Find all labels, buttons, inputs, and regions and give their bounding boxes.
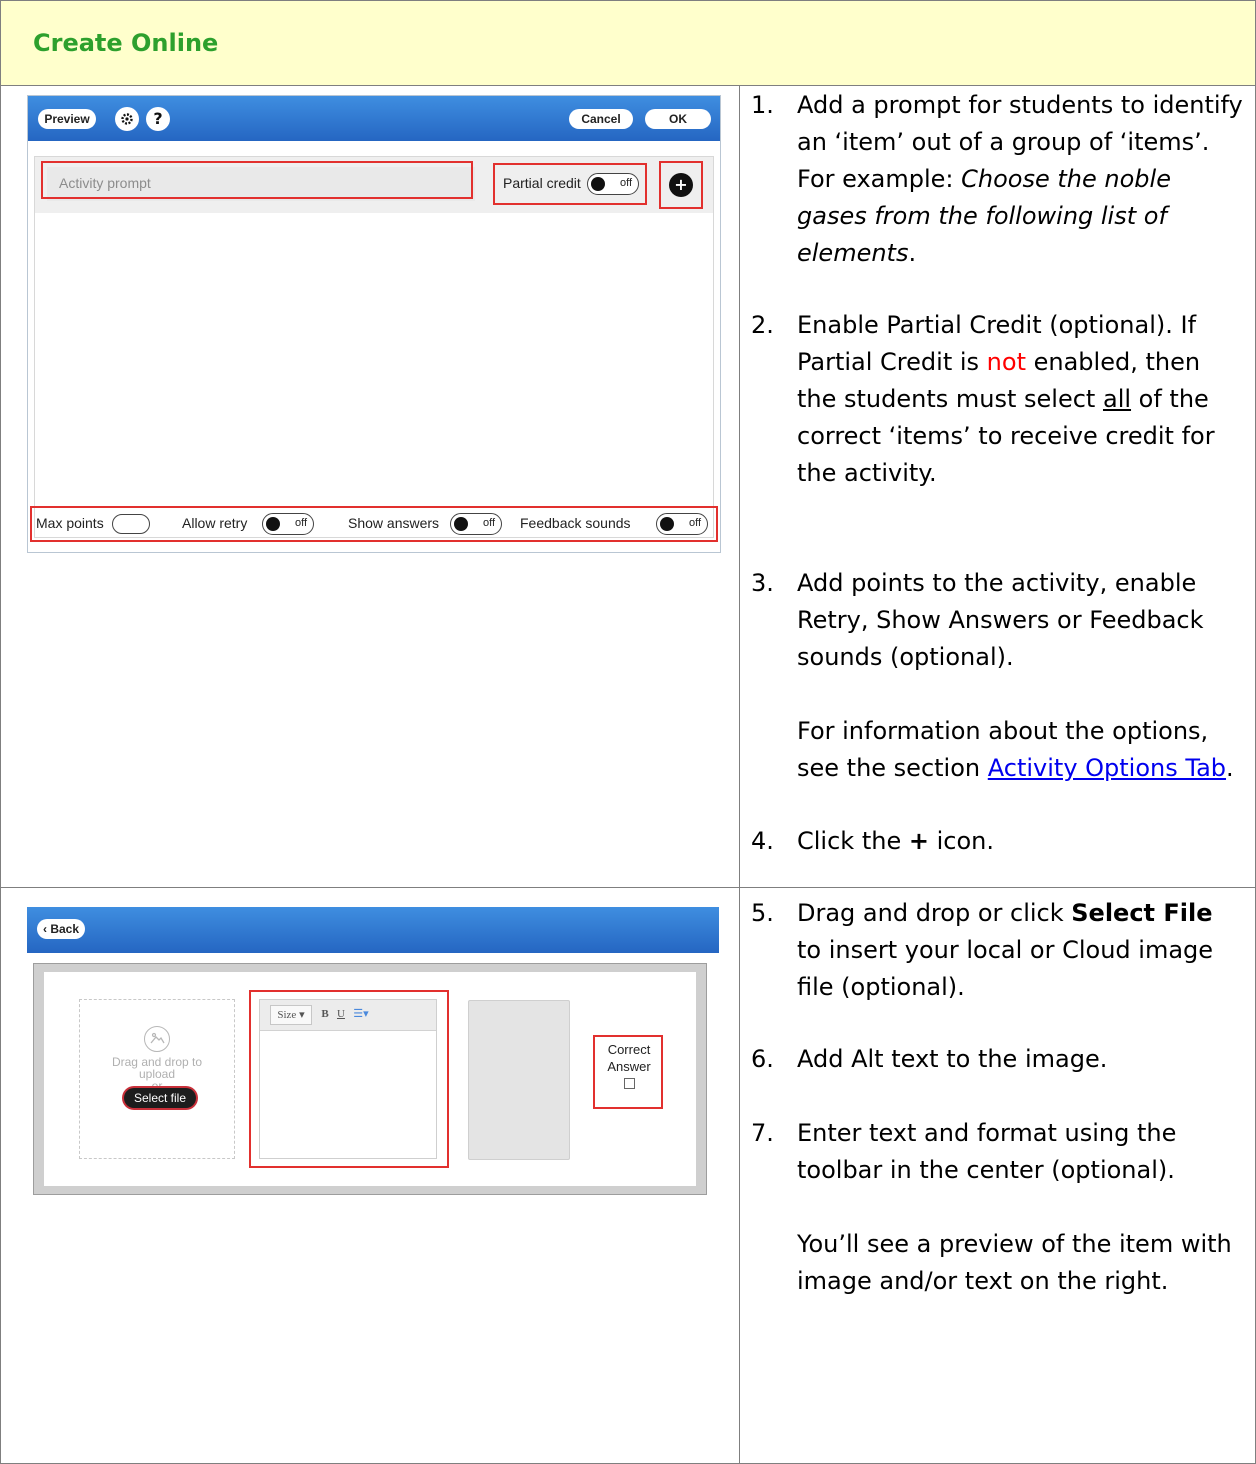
step-text: Add points to the activity, enable Retry… (797, 565, 1243, 787)
step-text: Add Alt text to the image. (797, 1045, 1108, 1073)
step-text-part: Enter text and format using the toolbar … (797, 1119, 1177, 1184)
select-file-button[interactable]: Select file (124, 1088, 196, 1108)
step-text: Drag and drop or click Select File to in… (797, 895, 1243, 1006)
step-text-part: Add points to the activity, enable Retry… (797, 569, 1204, 671)
activity-options-link[interactable]: Activity Options Tab (988, 754, 1226, 782)
help-icon[interactable]: ? (146, 107, 170, 131)
step-text-part: icon. (936, 827, 994, 855)
step-text: Add a prompt for students to identify an… (797, 87, 1243, 272)
back-button[interactable]: ‹ Back (37, 919, 85, 939)
step-note: You’ll see a preview of the item with im… (797, 1230, 1232, 1295)
select-file-emphasis: Select File (1071, 899, 1213, 927)
step-text: Enable Partial Credit (optional). If Par… (797, 307, 1243, 492)
ok-button[interactable]: OK (645, 109, 711, 129)
step-note: For information about the options, see t… (797, 713, 1243, 787)
divider (1, 85, 1255, 86)
step-number: 1. (751, 91, 774, 119)
back-label: Back (50, 922, 80, 936)
preview-button[interactable]: Preview (38, 109, 96, 129)
step-text-part: Click the (797, 827, 902, 855)
item-editor-screenshot: ‹ Back Drag and drop to upload or Select… (27, 907, 719, 1237)
emphasis-all: all (1102, 385, 1132, 413)
image-icon (144, 1026, 170, 1052)
step-number: 6. (751, 1045, 774, 1073)
highlight-box (493, 163, 647, 205)
chevron-left-icon: ‹ (42, 922, 47, 936)
highlight-box (593, 1035, 663, 1109)
gear-icon[interactable] (115, 107, 139, 131)
page-title: Create Online (33, 29, 219, 57)
highlight-box (41, 161, 473, 199)
step-text-part: Drag and drop or click (797, 899, 1064, 927)
step-number: 4. (751, 827, 774, 855)
step-text-part: . (908, 239, 917, 267)
column-divider (739, 85, 740, 1463)
step-text: Enter text and format using the toolbar … (797, 1115, 1243, 1300)
step-number: 2. (751, 311, 774, 339)
step-number: 3. (751, 569, 774, 597)
editor-screenshot: Preview ? Cancel OK Activity prompt Part… (27, 95, 721, 553)
step-text: Click the + icon. (797, 823, 1243, 860)
table-header: Create Online (1, 1, 1255, 85)
highlight-box (30, 506, 718, 542)
step-text-part: . (1226, 754, 1234, 782)
divider (1, 887, 1255, 888)
image-drop-zone[interactable]: Drag and drop to upload or Select file (79, 999, 235, 1159)
step-text-part: to insert your local or Cloud image file… (797, 936, 1214, 1001)
instruction-table: Create Online Preview ? Cancel OK Activi… (0, 0, 1256, 1464)
activity-workspace: Activity prompt Partial credit off + (34, 156, 714, 538)
item-preview-card (468, 1000, 570, 1160)
step-number: 5. (751, 899, 774, 927)
cancel-button[interactable]: Cancel (569, 109, 633, 129)
highlight-box (249, 990, 449, 1168)
emphasis-not: not (986, 348, 1026, 376)
item-editor-toolbar: ‹ Back (27, 907, 719, 953)
editor-toolbar: Preview ? Cancel OK (28, 96, 720, 141)
prompt-row: Activity prompt Partial credit off + (35, 157, 713, 213)
activity-options-bar: Max points Allow retry off Show answers … (30, 506, 718, 542)
plus-symbol: + (908, 827, 929, 855)
step-number: 7. (751, 1119, 774, 1147)
highlight-box (659, 161, 703, 209)
